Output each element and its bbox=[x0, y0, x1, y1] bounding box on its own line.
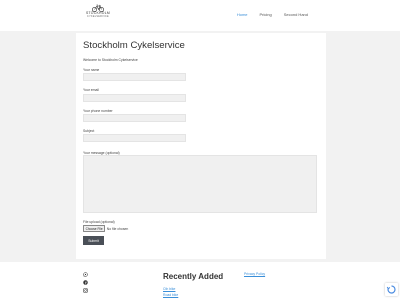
subject-field[interactable] bbox=[83, 134, 186, 142]
logo-line2: CYKELSERVICE bbox=[87, 14, 109, 18]
page-title: Stockholm Cykelservice bbox=[83, 40, 185, 51]
name-label: Your name bbox=[83, 68, 100, 72]
recaptcha-badge[interactable] bbox=[385, 283, 398, 296]
recent-link-cth-bike[interactable]: Cth bike bbox=[163, 287, 175, 291]
phone-label: Your phone number bbox=[83, 109, 113, 113]
instagram-icon[interactable] bbox=[83, 288, 88, 293]
message-field[interactable] bbox=[83, 155, 317, 213]
no-file-text: No file chosen bbox=[106, 226, 129, 231]
main-nav: Home Pricing Second Hand bbox=[231, 12, 314, 17]
nav-second-hand[interactable]: Second Hand bbox=[278, 12, 314, 17]
site-logo[interactable]: STOCKHOLM CYKELSERVICE bbox=[84, 4, 112, 26]
email-field[interactable] bbox=[83, 94, 186, 102]
privacy-policy-link[interactable]: Privacy Policy bbox=[244, 272, 265, 276]
submit-button[interactable]: Submit bbox=[83, 236, 104, 245]
nav-home[interactable]: Home bbox=[231, 12, 254, 17]
site-header: STOCKHOLM CYKELSERVICE Home Pricing Seco… bbox=[0, 0, 400, 31]
subject-label: Subject bbox=[83, 129, 95, 133]
recaptcha-icon bbox=[386, 285, 396, 294]
email-label: Your email bbox=[83, 88, 99, 92]
phone-field[interactable] bbox=[83, 114, 186, 122]
name-field[interactable] bbox=[83, 73, 186, 81]
recent-link-road-bike[interactable]: Road bike bbox=[163, 293, 178, 297]
nav-pricing[interactable]: Pricing bbox=[254, 12, 278, 17]
recently-added-heading: Recently Added bbox=[163, 272, 224, 281]
site-footer: Recently Added Cth bike Road bike Privac… bbox=[0, 262, 400, 300]
whatsapp-icon[interactable] bbox=[83, 272, 88, 277]
file-upload-label: File upload (optional) bbox=[83, 220, 115, 224]
contact-form-card: Stockholm Cykelservice Welcome to Stockh… bbox=[76, 33, 326, 259]
file-upload-row: Choose File No file chosen bbox=[83, 225, 129, 233]
choose-file-button[interactable]: Choose File bbox=[83, 225, 106, 233]
intro-text: Welcome to Stockholm Cykelservice bbox=[83, 58, 138, 62]
facebook-icon[interactable] bbox=[83, 280, 88, 285]
